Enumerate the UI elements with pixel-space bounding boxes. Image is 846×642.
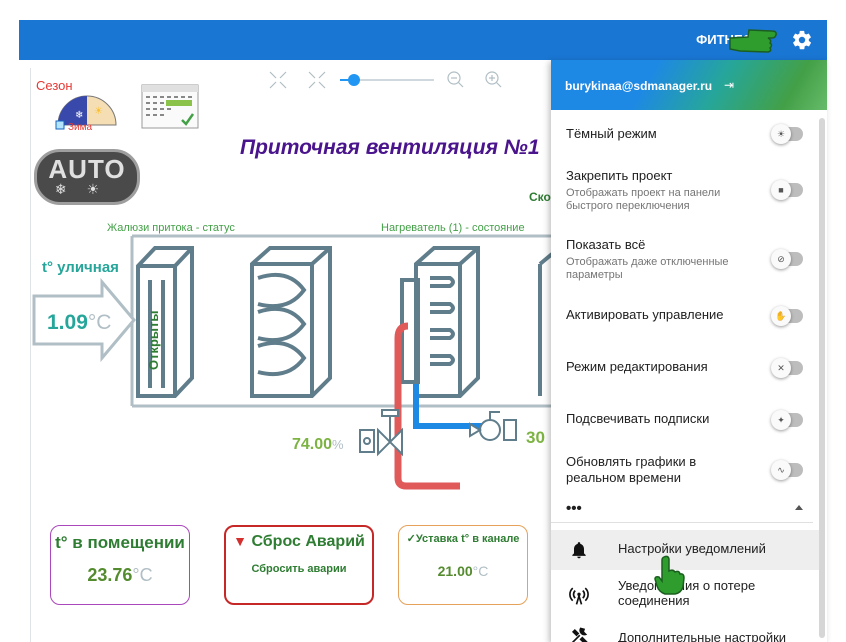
winter-label: Зима — [68, 122, 93, 133]
season-label: Сезон — [36, 78, 73, 93]
outdoor-temp-value: 1.09°C — [47, 311, 112, 334]
sun-icon: ☀ — [86, 181, 120, 197]
scrollbar[interactable] — [819, 118, 825, 638]
menu-connection-loss[interactable]: Уведомления о потере соединения — [551, 572, 819, 618]
calendar-icon[interactable] — [141, 84, 199, 129]
speed-label-partial: Ско — [529, 190, 551, 204]
bookmark-icon: ■ — [771, 180, 791, 200]
chevron-up-icon[interactable] — [795, 505, 803, 510]
zoom-in-icon — [485, 71, 502, 88]
realtime-charts-toggle[interactable]: ∿ — [771, 460, 803, 480]
damper-status-label: Жалюзи притока - статус — [107, 222, 235, 234]
setpoint-value: 21.00°C — [437, 563, 489, 579]
divider — [551, 522, 813, 523]
setting-show-all[interactable]: Показать всё Отображать даже отключенные… — [551, 235, 813, 287]
valve-position-value: 74.00% — [292, 436, 344, 453]
zoom-controls — [269, 71, 502, 89]
show-all-toggle[interactable]: ⊘ — [771, 249, 803, 269]
zoom-slider-thumb — [348, 74, 360, 86]
logout-icon[interactable]: ⇥ — [724, 78, 734, 92]
alarm-reset-title: Сброс Аварий — [251, 533, 365, 550]
highlight-toggle[interactable]: ✦ — [771, 410, 803, 430]
dark-mode-toggle[interactable]: ☀ — [771, 124, 803, 144]
hand-off-icon: ✋ — [771, 306, 791, 326]
panel-header: burykinaa@sdmanager.ru ⇥ — [551, 60, 827, 110]
alarm-reset-card[interactable]: ▼ Сброс Аварий Сбросить аварии — [224, 525, 374, 605]
warning-triangle-icon: ▼ — [233, 533, 247, 549]
room-temp-card[interactable]: t° в помещении 23.76°C — [50, 525, 190, 605]
menu-advanced-settings[interactable]: Дополнительные настройки — [551, 622, 819, 642]
user-email: burykinaa@sdmanager.ru — [565, 79, 713, 93]
antenna-icon — [569, 587, 589, 605]
more-toggle[interactable]: ••• — [566, 500, 582, 517]
snowflake-icon: ❄ — [75, 110, 83, 121]
setting-activate-control[interactable]: Активировать управление ✋ — [551, 304, 813, 334]
sun-icon: ☀ — [771, 124, 791, 144]
top-app-bar: ФИТНЕС С — [19, 20, 827, 60]
close-icon: ✕ — [771, 358, 791, 378]
setting-pin-project[interactable]: Закрепить проект Отображать проект на па… — [551, 166, 813, 218]
tools-icon — [571, 627, 588, 642]
heater-status-label: Нагреватель (1) - состояние — [381, 222, 525, 234]
menu-notification-settings[interactable]: Настройки уведомлений — [551, 530, 819, 570]
room-temp-title: t° в помещении — [55, 533, 185, 552]
setting-dark-mode[interactable]: Тёмный режим ☀ — [551, 122, 813, 158]
bulb-icon: ✦ — [771, 410, 791, 430]
setpoint-card[interactable]: ✓Уставка t° в канале 21.00°C — [398, 525, 528, 605]
setpoint-title: ✓Уставка t° в канале — [406, 533, 520, 545]
pointer-hand-icon — [654, 555, 685, 595]
room-temp-value: 23.76°C — [87, 565, 153, 585]
sun-icon: ☀ — [94, 106, 103, 117]
snowflake-icon: ❄ — [54, 181, 87, 197]
setting-edit-mode[interactable]: Режим редактирования ✕ — [551, 356, 813, 386]
expand-icon — [308, 71, 326, 89]
outdoor-temp-label: t° уличная — [42, 259, 119, 276]
pointer-hand-icon — [729, 29, 777, 53]
setting-highlight-subscriptions[interactable]: Подсвечивать подписки ✦ — [551, 408, 813, 438]
alarm-reset-button[interactable]: Сбросить аварии — [226, 563, 372, 575]
pump-value: 30 — [526, 428, 545, 447]
heater-unit — [400, 246, 480, 398]
gear-icon[interactable] — [791, 29, 813, 51]
bell-icon — [572, 542, 586, 559]
edit-mode-toggle[interactable]: ✕ — [771, 358, 803, 378]
damper-state-label: Открыты — [146, 310, 161, 371]
zoom-out-icon — [447, 71, 464, 88]
auto-mode-button[interactable]: AUTO ❄☀ — [34, 149, 140, 205]
setting-realtime-charts[interactable]: Обновлять графики в реальном времени ∿ — [551, 453, 813, 493]
chart-icon: ∿ — [771, 460, 791, 480]
settings-panel: burykinaa@sdmanager.ru ⇥ Тёмный режим ☀ … — [551, 60, 827, 642]
eye-off-icon: ⊘ — [771, 249, 791, 269]
activate-control-toggle[interactable]: ✋ — [771, 306, 803, 326]
filter-unit — [250, 246, 332, 398]
collapse-icon — [269, 71, 287, 89]
page-title: Приточная вентиляция №1 — [240, 136, 540, 159]
pin-project-toggle[interactable]: ■ — [771, 180, 803, 200]
